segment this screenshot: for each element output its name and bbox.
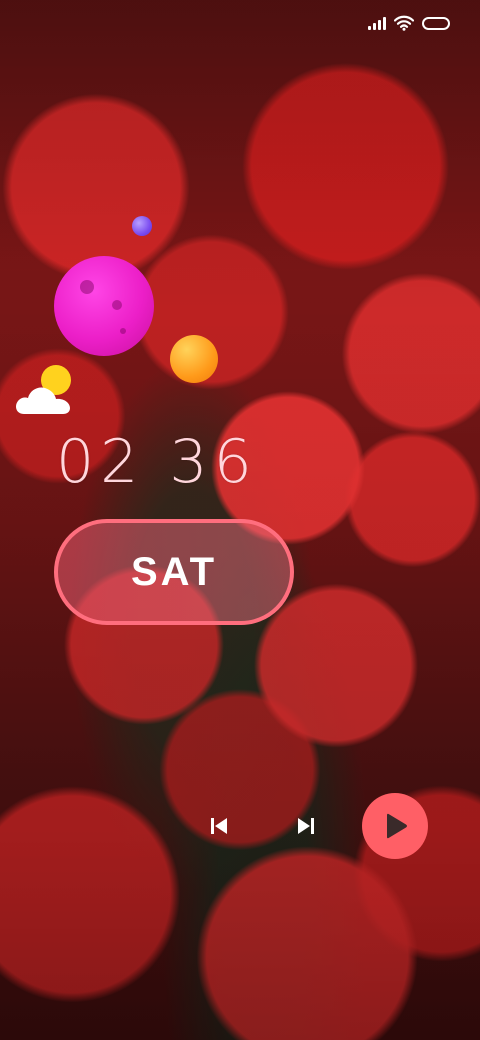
signal-icon	[368, 16, 386, 30]
clock-time: 02 36	[56, 427, 258, 497]
orange-planet-icon	[170, 335, 218, 383]
day-label: SAT	[130, 549, 218, 594]
wifi-icon	[394, 15, 414, 31]
status-bar	[368, 12, 450, 34]
violet-planet-icon	[132, 216, 152, 236]
next-button[interactable]	[290, 810, 322, 842]
skip-previous-icon	[211, 818, 227, 834]
battery-icon	[422, 16, 450, 30]
magenta-planet-icon	[54, 256, 154, 356]
play-button[interactable]	[362, 793, 428, 859]
previous-button[interactable]	[203, 810, 235, 842]
skip-next-icon	[298, 818, 314, 834]
partly-sunny-icon	[16, 365, 71, 414]
play-icon	[387, 813, 407, 839]
day-badge: SAT	[54, 519, 294, 625]
